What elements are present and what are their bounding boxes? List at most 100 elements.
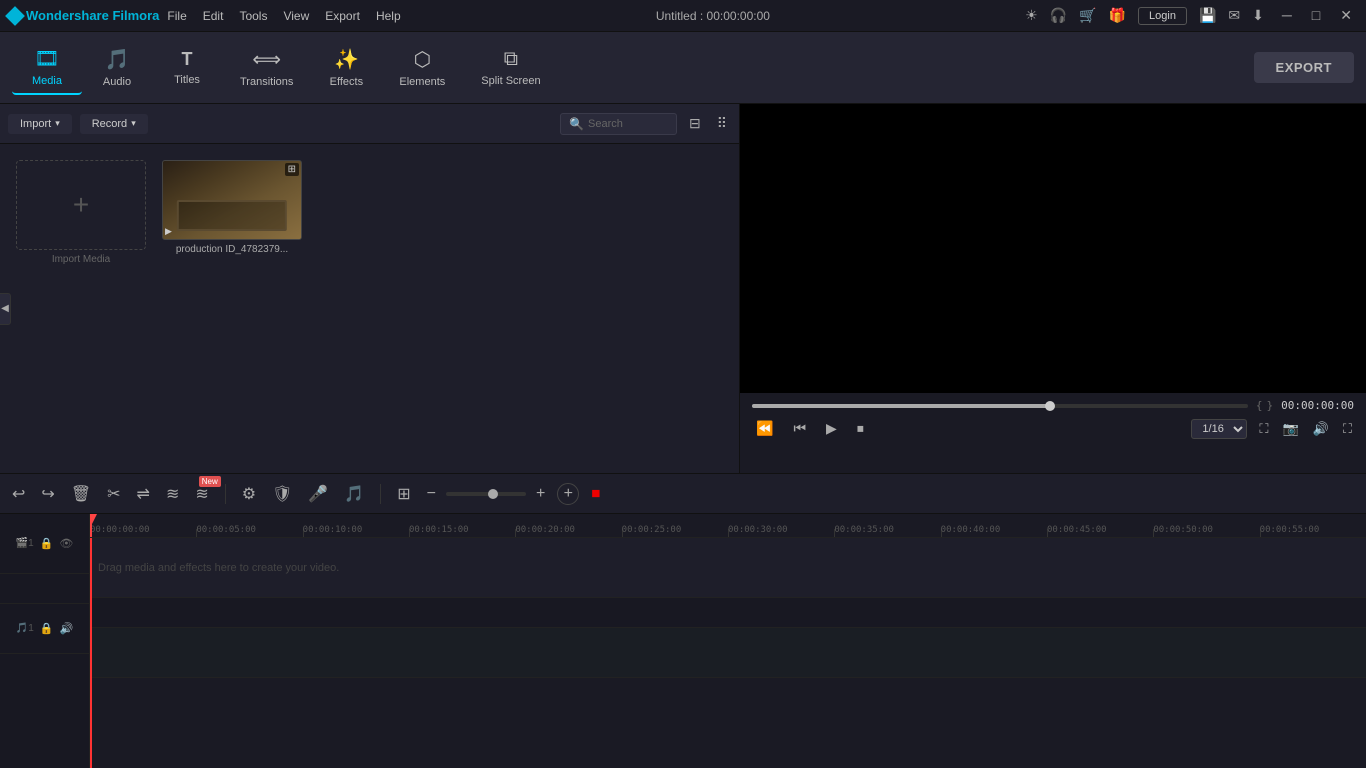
collapse-panel-button[interactable]: ◀: [0, 293, 11, 325]
tracks-body: Drag media and effects here to create yo…: [90, 538, 1366, 768]
titlebar-right: ☀ 🎧 🛒 🎁 Login 💾 ✉ ⬇ ─ □ ✕: [1025, 5, 1358, 26]
toolbar-media-label: Media: [32, 75, 62, 87]
zoom-slider[interactable]: [446, 492, 526, 496]
track-header-icons: 🔒 👁: [40, 537, 74, 550]
minimize-button[interactable]: ─: [1276, 5, 1298, 26]
menu-help[interactable]: Help: [376, 9, 401, 23]
step-back-button[interactable]: ⏪: [752, 418, 777, 439]
zoom-out-button[interactable]: −: [423, 483, 440, 505]
video-track-header: 🎬1 🔒 👁: [0, 514, 89, 574]
progress-bar: [752, 404, 1050, 408]
audio-track-button[interactable]: 🎵: [340, 482, 368, 506]
app-logo: Wondershare Filmora: [8, 8, 159, 23]
toolbar-audio[interactable]: 🎵 Audio: [82, 41, 152, 94]
mail-icon[interactable]: ✉: [1228, 7, 1240, 24]
video-track-number: 🎬1: [16, 538, 34, 549]
record-button[interactable]: Record ▾: [80, 114, 148, 134]
audio-track-lane[interactable]: [90, 628, 1366, 678]
filter-icon[interactable]: ⊟: [685, 113, 705, 134]
import-label: Import: [20, 118, 51, 130]
main-area: Import ▾ Record ▾ 🔍 ⊟ ⠿ ◀ + Import M: [0, 104, 1366, 473]
preview-buttons: ⏪ ⏮ ▶ ⏹ 1/16 1/8 1/4 1/2 1/1 ⛶ 📷 🔊 ⛶: [752, 418, 1354, 439]
adjust-button[interactable]: ⇌: [133, 482, 154, 506]
toolbar-splitscreen[interactable]: ⧉ Split Screen: [463, 42, 558, 93]
eye-icon[interactable]: 👁: [59, 537, 73, 550]
video-track-lane[interactable]: Drag media and effects here to create yo…: [90, 538, 1366, 598]
media-item-name: production ID_4782379...: [176, 244, 288, 255]
snapshot-button[interactable]: 📷: [1281, 419, 1301, 439]
login-button[interactable]: Login: [1138, 7, 1187, 25]
video-track-empty-label: Drag media and effects here to create yo…: [98, 562, 339, 574]
search-box[interactable]: 🔍: [560, 113, 677, 135]
menu-tools[interactable]: Tools: [239, 9, 267, 23]
titlebar-center: Untitled : 00:00:00:00: [656, 9, 770, 23]
save-icon[interactable]: 💾: [1199, 7, 1216, 24]
media-item[interactable]: ⊞ ▶ production ID_4782379...: [162, 160, 302, 255]
fullscreen-button[interactable]: ⛶: [1257, 419, 1270, 439]
cut-button[interactable]: ✂: [103, 482, 124, 506]
timeline-toolbar: ↩ ↪ 🗑 ✂ ⇌ ≋ ≋ New ⚙ 🛡 🎤 🎵 ⊞ − + + ⏹: [0, 474, 1366, 514]
audio-lock-icon[interactable]: 🔒: [40, 622, 54, 635]
stop-button[interactable]: ⏹: [853, 418, 868, 439]
timeline-content: 🎬1 🔒 👁 🎵1 🔒 🔊: [0, 514, 1366, 768]
record-label: Record: [92, 118, 127, 130]
menu-export[interactable]: Export: [325, 9, 360, 23]
audio-track-icons: 🔒 🔊: [40, 622, 73, 635]
search-input[interactable]: [588, 118, 668, 130]
zoom-in-button[interactable]: +: [532, 483, 549, 505]
redo-button[interactable]: ↪: [37, 482, 58, 506]
prev-frame-button[interactable]: ⏮: [789, 418, 810, 439]
import-media-placeholder[interactable]: +: [16, 160, 146, 250]
media-toolbar: Import ▾ Record ▾ 🔍 ⊟ ⠿: [0, 104, 739, 144]
gift-icon[interactable]: 🎁: [1109, 7, 1126, 24]
expand-preview-button[interactable]: ⛶: [1341, 419, 1354, 439]
close-button[interactable]: ✕: [1334, 5, 1358, 26]
crop-button[interactable]: ⊞: [393, 482, 414, 506]
shield-button[interactable]: 🛡: [268, 482, 296, 506]
download-icon[interactable]: ⬇: [1252, 7, 1264, 24]
playback-zoom-select[interactable]: 1/16 1/8 1/4 1/2 1/1: [1191, 419, 1247, 439]
headphone-icon[interactable]: 🎧: [1050, 7, 1067, 24]
sun-icon[interactable]: ☀: [1025, 7, 1038, 24]
export-button[interactable]: EXPORT: [1254, 52, 1354, 83]
play-indicator-icon: ▶: [165, 226, 172, 237]
toolbar-titles[interactable]: T Titles: [152, 43, 222, 92]
effects-icon: ✨: [334, 47, 359, 72]
timeline-stop-button[interactable]: ⏹: [591, 483, 600, 504]
win-controls: ─ □ ✕: [1276, 5, 1358, 26]
auto-button[interactable]: ≋: [162, 482, 183, 506]
logo-diamond: [5, 6, 25, 26]
toolbar-separator-2: [380, 484, 381, 504]
volume-button[interactable]: 🔊: [1311, 419, 1331, 439]
search-icon: 🔍: [569, 117, 584, 131]
lock-icon[interactable]: 🔒: [40, 537, 54, 550]
titlebar-menus: File Edit Tools View Export Help: [167, 9, 400, 23]
audio-volume-icon[interactable]: 🔊: [60, 622, 74, 635]
toolbar-transitions[interactable]: ⟺ Transitions: [222, 41, 311, 94]
import-button[interactable]: Import ▾: [8, 114, 72, 134]
titlebar: Wondershare Filmora File Edit Tools View…: [0, 0, 1366, 32]
grid-icon[interactable]: ⠿: [713, 113, 731, 134]
menu-view[interactable]: View: [283, 9, 309, 23]
timeline-zoom-controls: − +: [423, 483, 550, 505]
toolbar-media[interactable]: 🎞 Media: [12, 40, 82, 95]
play-button[interactable]: ▶: [822, 418, 841, 439]
toolbar-elements[interactable]: ⬡ Elements: [381, 41, 463, 94]
undo-button[interactable]: ↩: [8, 482, 29, 506]
timeline-area: ↩ ↪ 🗑 ✂ ⇌ ≋ ≋ New ⚙ 🛡 🎤 🎵 ⊞ − + + ⏹ 🎬1: [0, 473, 1366, 768]
cart-icon[interactable]: 🛒: [1079, 7, 1096, 24]
mic-button[interactable]: 🎤: [304, 482, 332, 506]
timeline-ruler[interactable]: 00:00:00:0000:00:05:0000:00:10:0000:00:1…: [90, 514, 1366, 538]
add-track-button[interactable]: ⚙: [238, 482, 260, 506]
menu-edit[interactable]: Edit: [203, 9, 224, 23]
progress-bar-container[interactable]: [752, 404, 1248, 408]
collapse-icon: ◀: [1, 303, 9, 314]
add-timeline-button[interactable]: +: [557, 483, 579, 505]
toolbar-transitions-label: Transitions: [240, 76, 293, 88]
toolbar-effects-label: Effects: [330, 76, 363, 88]
delete-button[interactable]: 🗑: [67, 482, 95, 506]
menu-file[interactable]: File: [167, 9, 186, 23]
toolbar-effects[interactable]: ✨ Effects: [311, 41, 381, 94]
app-title: Untitled : 00:00:00:00: [656, 9, 770, 23]
maximize-button[interactable]: □: [1306, 5, 1326, 26]
